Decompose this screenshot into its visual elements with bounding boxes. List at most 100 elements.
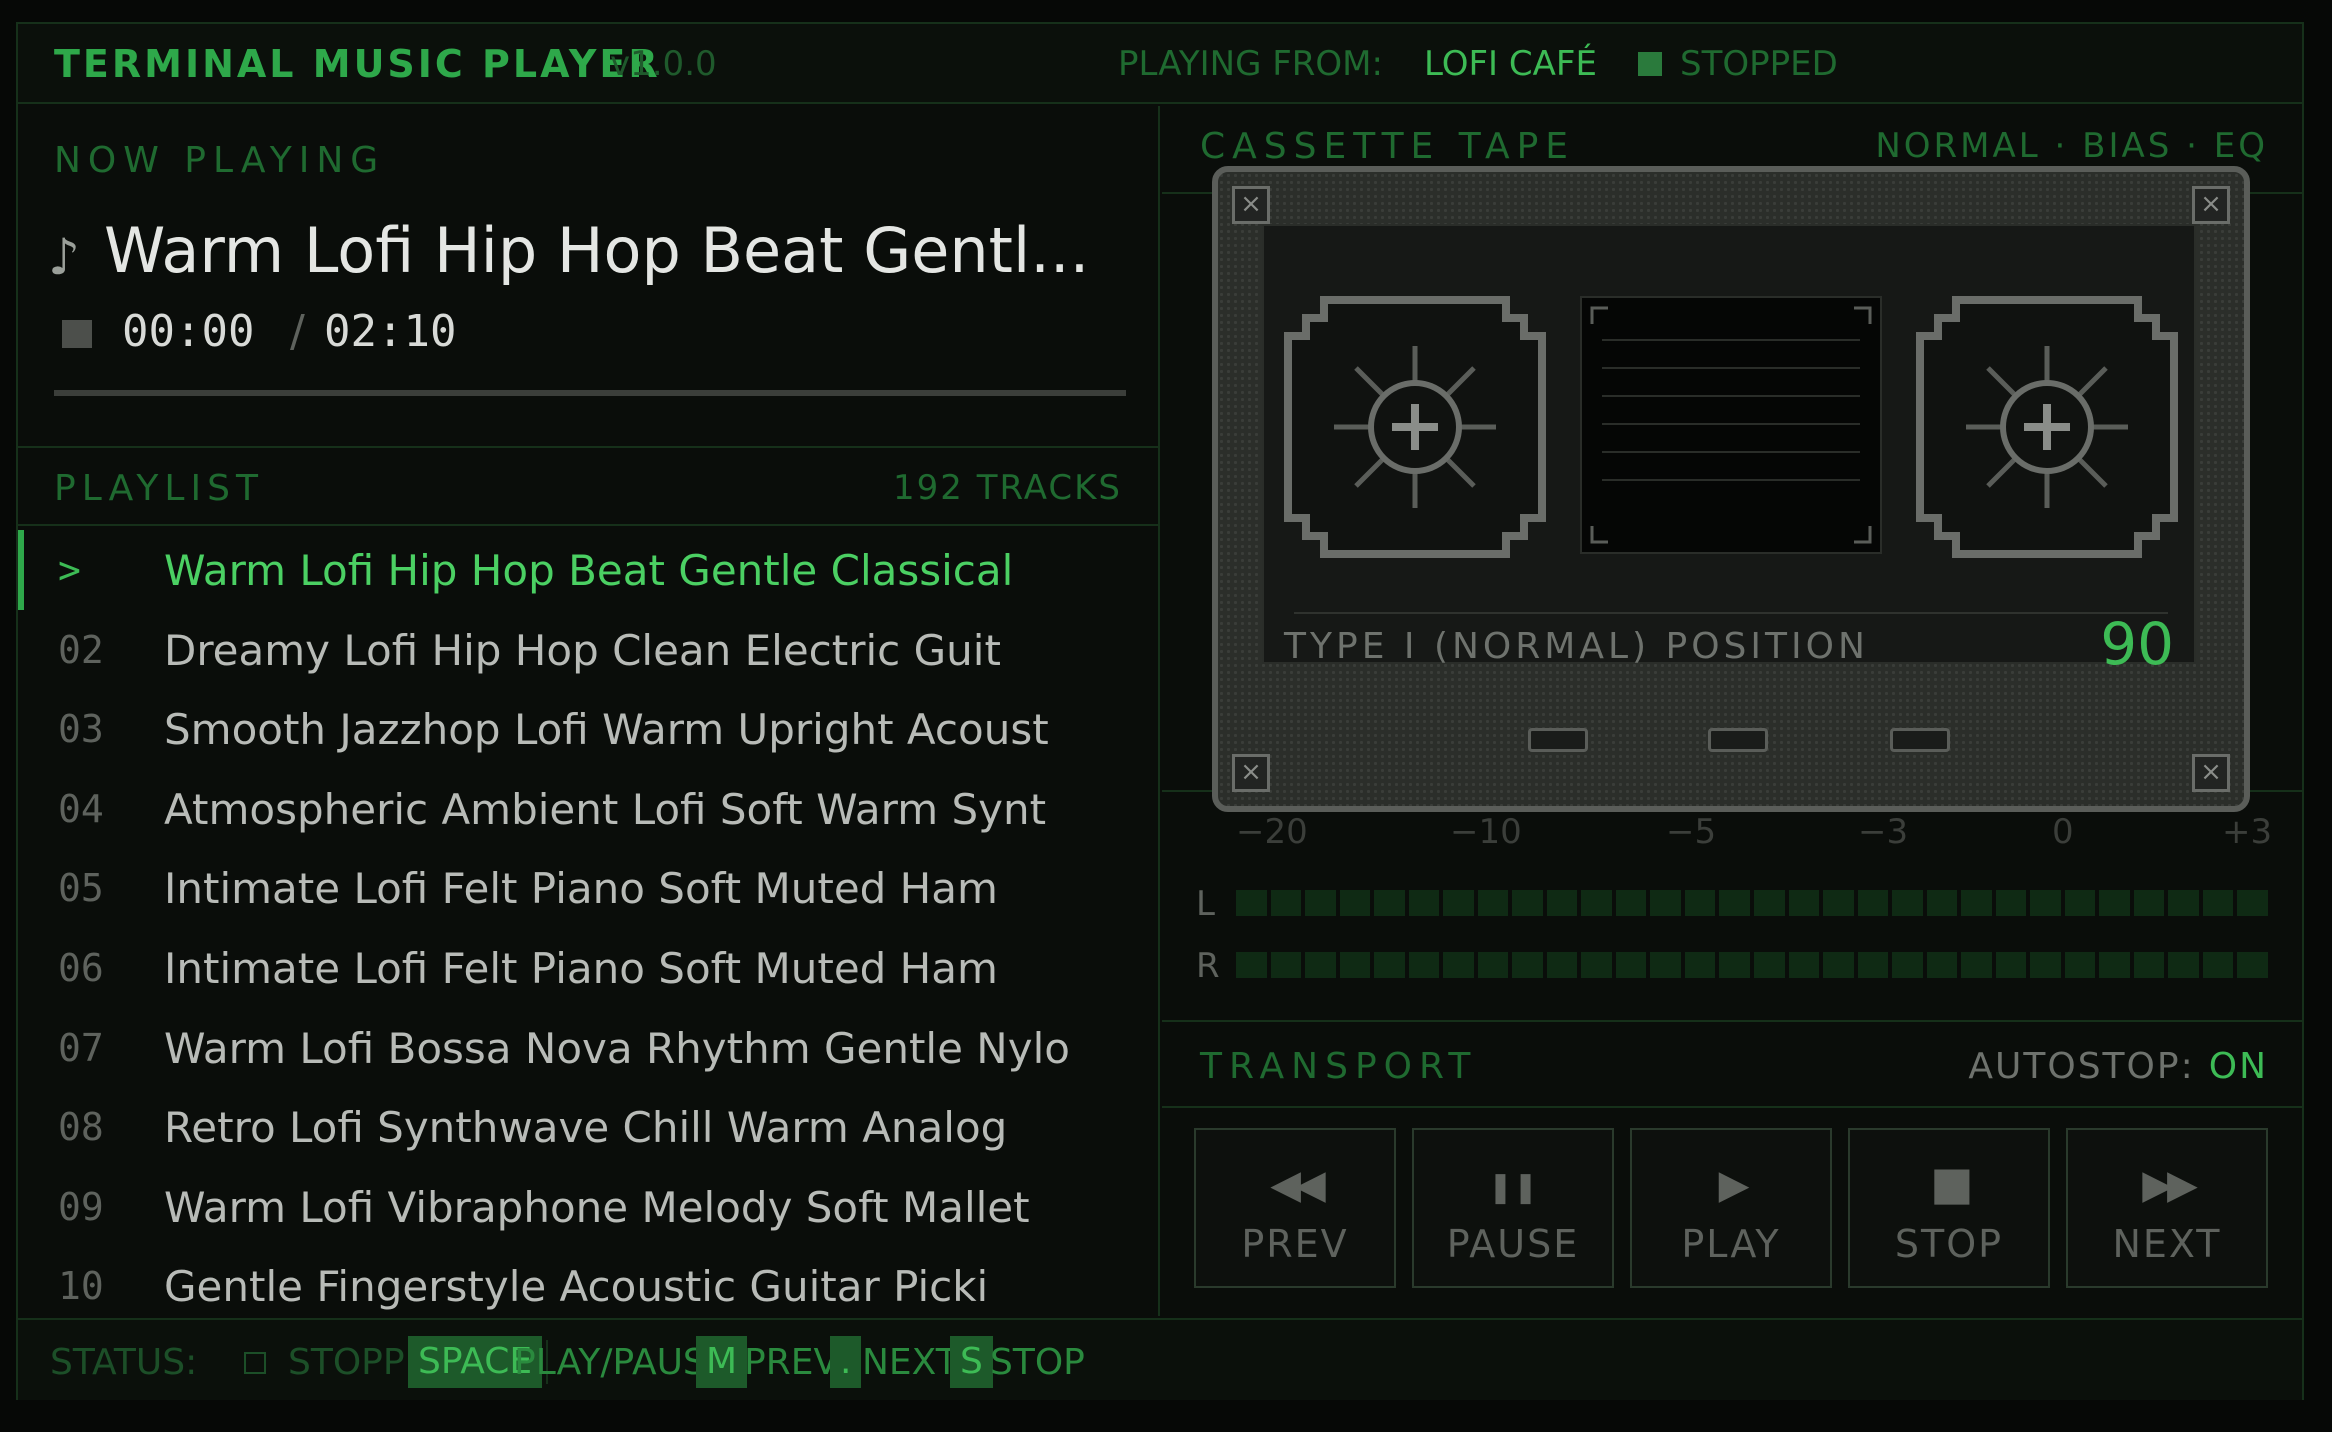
vu-segment (1995, 890, 2027, 916)
music-note-icon: ♪ (48, 228, 80, 286)
stop-label: STOP (1894, 1222, 2004, 1266)
list-item[interactable]: 06 Intimate Lofi Felt Piano Soft Muted H… (18, 928, 1158, 1008)
play-icon: ▶ (1718, 1162, 1750, 1208)
track-name: Intimate Lofi Felt Piano Soft Muted Ham (164, 943, 998, 993)
playlist: > Warm Lofi Hip Hop Beat Gentle Classica… (18, 530, 1158, 1326)
list-item[interactable]: 10 Gentle Fingerstyle Acoustic Guitar Pi… (18, 1246, 1158, 1326)
autostop-value: ON (2208, 1046, 2268, 1087)
right-reel-icon (1916, 296, 2178, 558)
time-total: 02:10 (324, 306, 457, 357)
vu-segment (1650, 952, 1681, 978)
pause-label: PAUSE (1446, 1222, 1580, 1266)
list-item[interactable]: 09 Warm Lofi Vibraphone Melody Soft Mall… (18, 1167, 1158, 1247)
autostop-indicator[interactable]: AUTOSTOP: ON (1968, 1046, 2268, 1087)
progress-bar[interactable] (54, 390, 1126, 396)
cassette-slot (1890, 728, 1950, 752)
track-number: 05 (58, 866, 104, 911)
vu-tick-label: −5 (1666, 812, 1717, 852)
list-item[interactable]: > Warm Lofi Hip Hop Beat Gentle Classica… (18, 530, 1158, 610)
vu-tick-label: −20 (1236, 812, 1308, 852)
app-title: TERMINAL MUSIC PLAYER (54, 42, 661, 86)
shortcut-key-m: M (696, 1336, 748, 1388)
cassette-modes: NORMAL · BIAS · EQ (1875, 126, 2268, 166)
vu-segment (2168, 952, 2199, 978)
list-item[interactable]: 08 Retro Lofi Synthwave Chill Warm Analo… (18, 1087, 1158, 1167)
stop-button[interactable]: ■ STOP (1848, 1128, 2050, 1288)
vu-segment (1823, 952, 1854, 978)
vu-segment (2237, 890, 2268, 916)
screw-icon: × (1232, 186, 1270, 224)
vu-segment (2133, 890, 2165, 916)
track-number: 07 (58, 1025, 104, 1070)
tape-window (1580, 296, 1882, 554)
track-name: Dreamy Lofi Hip Hop Clean Electric Guit (164, 625, 1001, 675)
track-number: 02 (58, 627, 104, 672)
track-number: 08 (58, 1105, 104, 1150)
vu-segment (1512, 952, 1543, 978)
vu-segment (1236, 952, 1267, 978)
track-name: Intimate Lofi Felt Piano Soft Muted Ham (164, 864, 998, 914)
vu-segment (1995, 952, 2027, 978)
vu-right-label: R (1196, 946, 1220, 986)
vu-segment (1926, 890, 1958, 916)
now-playing-title: NOW PLAYING (54, 140, 386, 181)
track-name: Warm Lofi Bossa Nova Rhythm Gentle Nylo (164, 1023, 1070, 1073)
vu-left-label: L (1196, 884, 1215, 924)
vu-segment (1339, 890, 1371, 916)
cassette-slot (1528, 728, 1588, 752)
list-item[interactable]: 04 Atmospheric Ambient Lofi Soft Warm Sy… (18, 769, 1158, 849)
list-item[interactable]: 02 Dreamy Lofi Hip Hop Clean Electric Gu… (18, 610, 1158, 690)
list-item[interactable]: 05 Intimate Lofi Felt Piano Soft Muted H… (18, 848, 1158, 928)
shortcut-key-period: . (830, 1336, 862, 1388)
vu-segment (2202, 890, 2234, 916)
vu-segment (1546, 890, 1578, 916)
vu-tick-label: 0 (2052, 812, 2074, 852)
vu-segment (1719, 952, 1750, 978)
next-button[interactable]: ▶▶ NEXT (2066, 1128, 2268, 1288)
screw-icon: × (1232, 754, 1270, 792)
status-bar: STATUS: STOPPED SPACE PLAY/PAUSE M PREV … (18, 1318, 2302, 1400)
shortcut-desc: PREV (744, 1342, 839, 1383)
vu-segment (1823, 890, 1854, 916)
shortcut-desc: NEXT (862, 1342, 958, 1383)
stop-icon: ■ (1930, 1156, 1973, 1210)
cassette-tape: × × × × TYPE I (NORMAL) POSITION 90 (1212, 166, 2250, 812)
track-name: Retro Lofi Synthwave Chill Warm Analog (164, 1103, 1008, 1153)
status-label: STATUS: (50, 1342, 198, 1383)
vu-tick-label: −10 (1450, 812, 1522, 852)
vu-segment (1892, 952, 1923, 978)
track-number: 04 (58, 786, 104, 831)
vu-segment (1374, 890, 1405, 916)
time-separator: / (290, 306, 305, 357)
cassette-slot (1708, 728, 1768, 752)
vu-segment (1270, 890, 1302, 916)
vu-segment (1236, 890, 1267, 916)
left-reel-icon (1284, 296, 1546, 558)
prev-button[interactable]: ◀◀ PREV (1194, 1128, 1396, 1288)
cassette-label-area: TYPE I (NORMAL) POSITION 90 (1262, 224, 2196, 678)
stop-state-icon (62, 320, 92, 348)
track-name: Warm Lofi Vibraphone Melody Soft Mallet (164, 1182, 1030, 1232)
pause-button[interactable]: ❚❚ PAUSE (1412, 1128, 1614, 1288)
list-item[interactable]: 07 Warm Lofi Bossa Nova Rhythm Gentle Ny… (18, 1008, 1158, 1088)
vu-segment (2099, 952, 2130, 978)
vu-segment (1477, 890, 1509, 916)
source-name: LOFI CAFÉ (1424, 44, 1597, 84)
track-number: 10 (58, 1264, 104, 1309)
play-button[interactable]: ▶ PLAY (1630, 1128, 1832, 1288)
playlist-count: 192 TRACKS (893, 468, 1122, 508)
autostop-label: AUTOSTOP: (1968, 1046, 2195, 1087)
vu-segment (1788, 890, 1820, 916)
shortcut-key-s: S (950, 1336, 993, 1388)
track-name: Gentle Fingerstyle Acoustic Guitar Picki (164, 1262, 989, 1312)
vu-segment (2237, 952, 2268, 978)
track-name: Atmospheric Ambient Lofi Soft Warm Synt (164, 784, 1047, 834)
play-label: PLAY (1681, 1222, 1781, 1266)
next-icon: ▶▶ (2142, 1162, 2198, 1208)
list-item[interactable]: 03 Smooth Jazzhop Lofi Warm Upright Acou… (18, 689, 1158, 769)
tape-position: 90 (2100, 610, 2174, 678)
vu-tick-label: +3 (2222, 812, 2273, 852)
vu-meter-right (1236, 952, 2268, 978)
vu-segment (1512, 890, 1543, 916)
playlist-header: PLAYLIST 192 TRACKS (18, 446, 1158, 526)
